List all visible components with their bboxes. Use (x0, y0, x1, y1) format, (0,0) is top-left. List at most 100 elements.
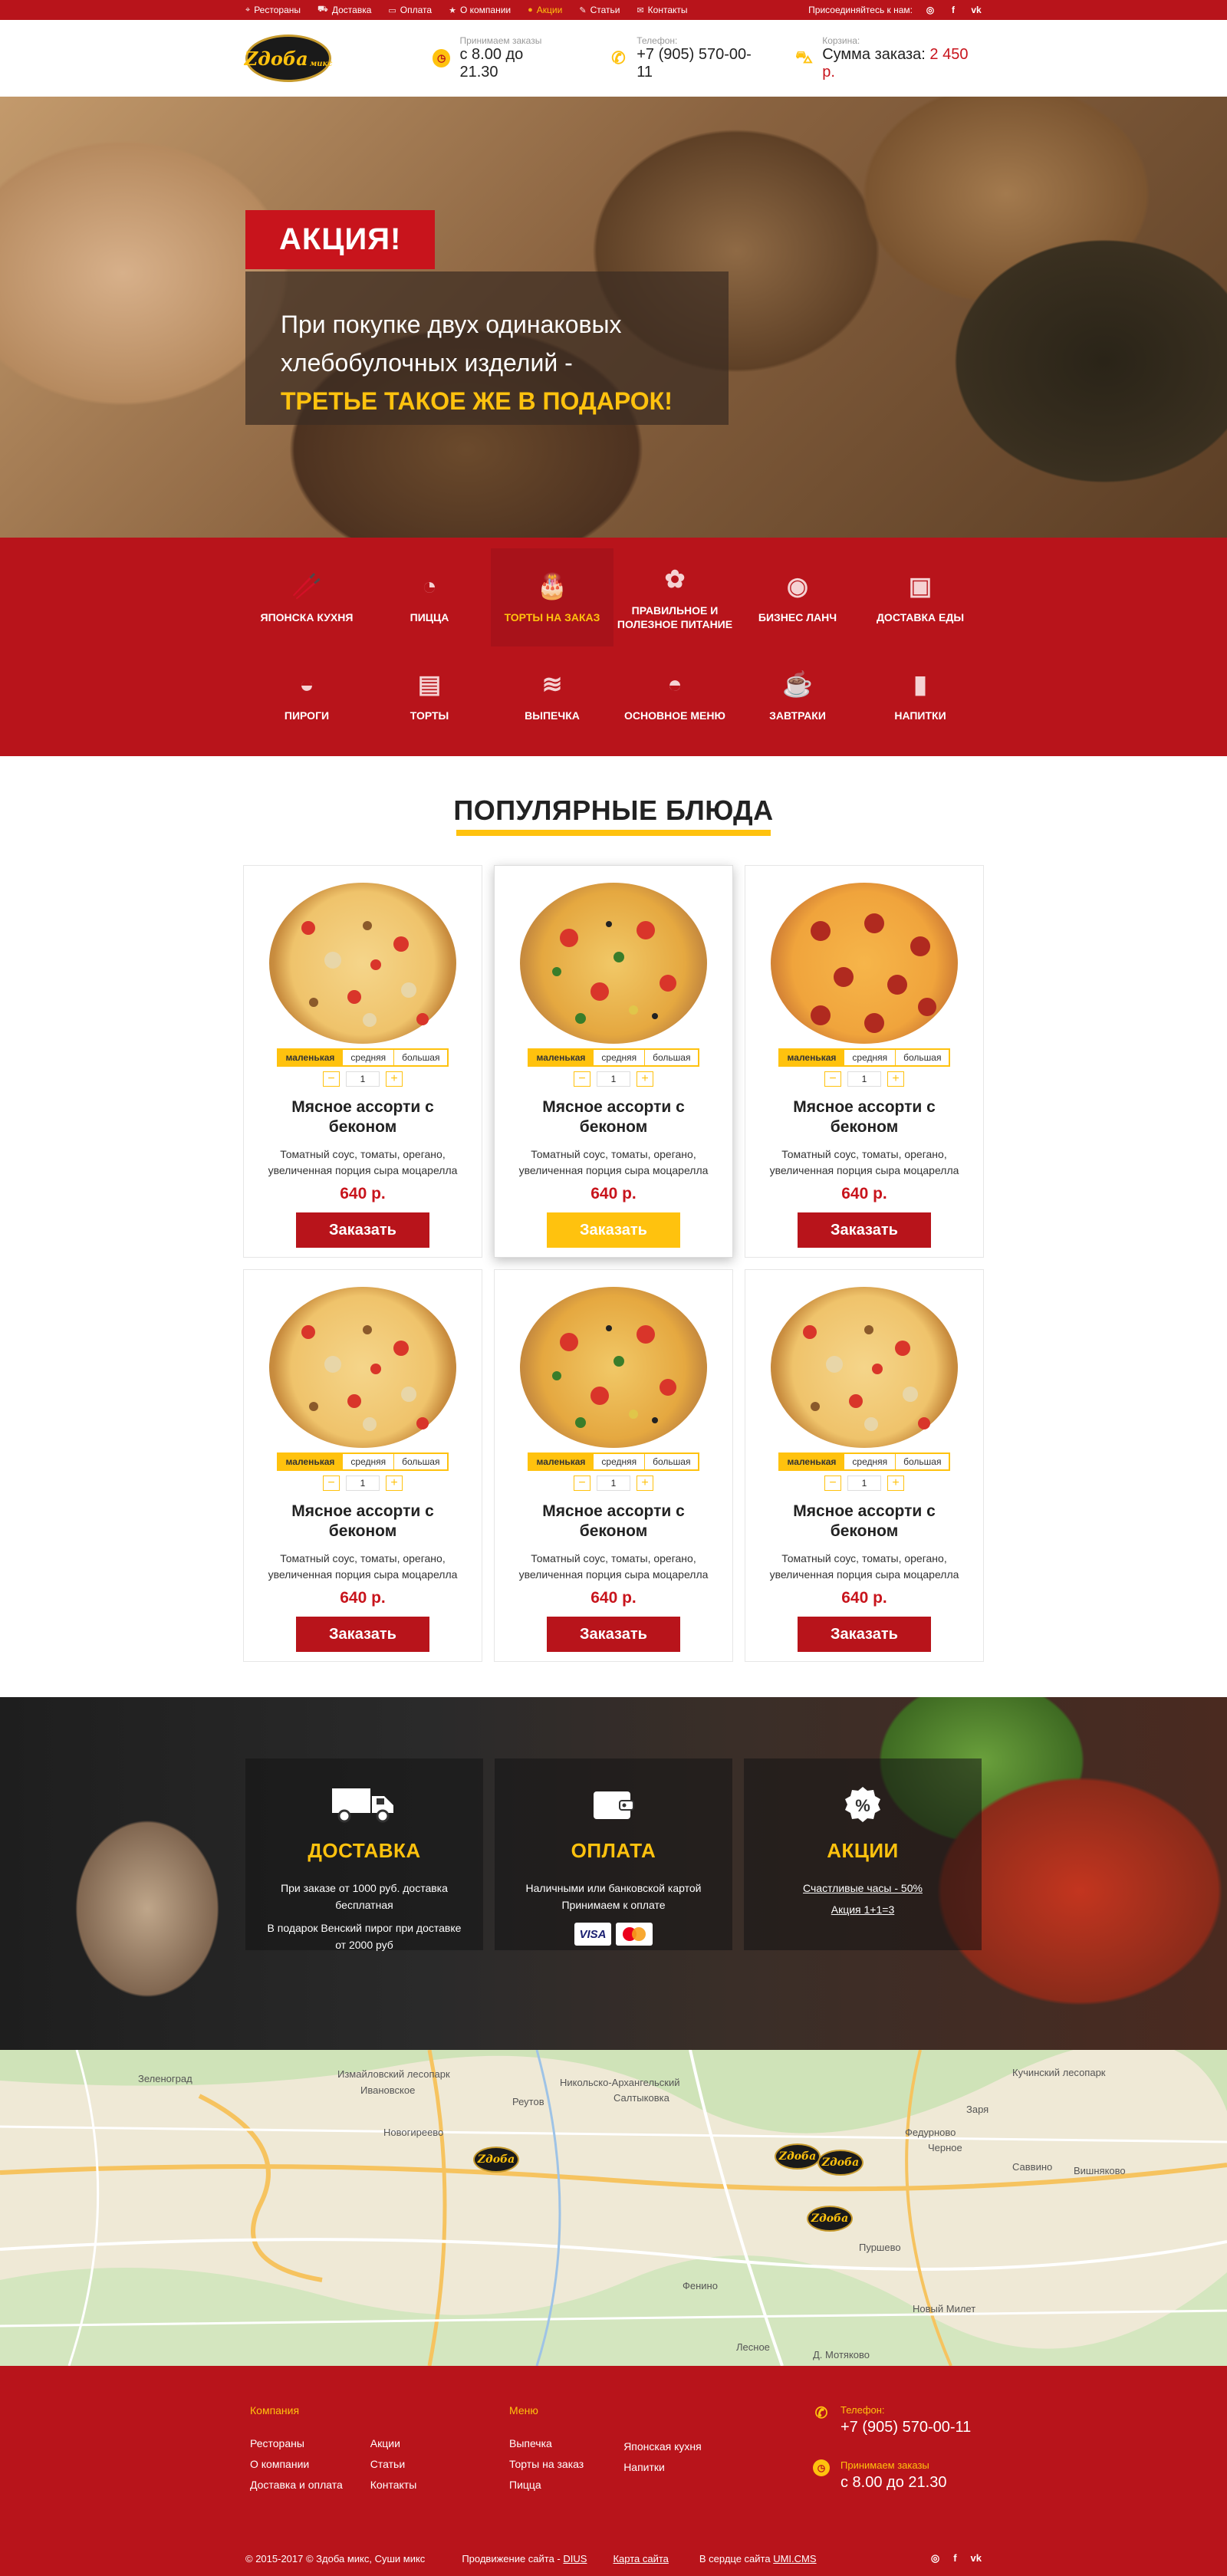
dius-link[interactable]: DIUS (563, 2553, 587, 2564)
size-option[interactable]: средняя (844, 1050, 896, 1065)
size-option[interactable]: маленькая (779, 1050, 844, 1065)
restaurant-pin[interactable]: Zдоба (473, 2147, 519, 2173)
size-option[interactable]: маленькая (779, 1454, 844, 1469)
size-option[interactable]: средняя (593, 1050, 645, 1065)
size-option[interactable]: большая (644, 1454, 699, 1469)
phone-value[interactable]: +7 (905) 570-00-11 (637, 46, 765, 81)
topnav-item[interactable]: ★ О компании (449, 5, 511, 15)
plus-button[interactable]: + (637, 1476, 653, 1491)
quantity-input[interactable]: 1 (597, 1476, 630, 1491)
category-item[interactable]: ◒ ПИРОГИ (245, 646, 368, 745)
cart[interactable]: ⛍ Корзина: Сумма заказа: 2 450 р. (795, 35, 982, 81)
happy-hours-link[interactable]: Счастливые часы - 50% (763, 1880, 962, 1897)
category-item[interactable]: ◔ ПИЦЦА (368, 548, 491, 646)
order-button[interactable]: Заказать (798, 1617, 931, 1652)
topnav-item[interactable]: ⌖ Рестораны (245, 5, 301, 15)
category-item[interactable]: ◓ ОСНОВНОЕ МЕНЮ (614, 646, 736, 745)
order-button[interactable]: Заказать (296, 1212, 429, 1248)
size-option[interactable]: маленькая (528, 1454, 594, 1469)
vk-icon[interactable]: vk (971, 5, 982, 15)
size-option[interactable]: маленькая (278, 1454, 343, 1469)
footer-link[interactable]: Японская кухня (623, 2436, 702, 2457)
size-option[interactable]: большая (393, 1454, 448, 1469)
footer-link[interactable]: Торты на заказ (509, 2454, 584, 2475)
quantity-input[interactable]: 1 (847, 1071, 881, 1087)
size-option[interactable]: средняя (342, 1050, 394, 1065)
category-item[interactable]: ▤ ТОРТЫ (368, 646, 491, 745)
category-item[interactable]: ≋ ВЫПЕЧКА (491, 646, 614, 745)
topnav-item[interactable]: ⛟ Доставка (317, 5, 371, 15)
plus-button[interactable]: + (887, 1476, 904, 1491)
category-item[interactable]: ✿ ПРАВИЛЬНОЕ И ПОЛЕЗНОЕ ПИТАНИЕ (614, 548, 736, 646)
phone-label: Телефон: (637, 35, 678, 46)
topnav-item[interactable]: ● Акции (528, 5, 562, 15)
footer-link[interactable]: Выпечка (509, 2433, 584, 2454)
footer-link[interactable]: Рестораны (250, 2433, 343, 2454)
logo[interactable]: Zдоба микс (245, 35, 332, 82)
footer-link[interactable]: О компании (250, 2454, 343, 2475)
footer-link[interactable]: Пицца (509, 2475, 584, 2495)
restaurant-pin[interactable]: Zдоба (775, 2143, 821, 2170)
cms-link[interactable]: UMI.CMS (773, 2553, 816, 2564)
dish-name[interactable]: Мясное ассорти с беконом (788, 1502, 941, 1541)
category-item[interactable]: ◉ БИЗНЕС ЛАНЧ (736, 548, 859, 646)
quantity-input[interactable]: 1 (847, 1476, 881, 1491)
instagram-icon[interactable]: ◎ (925, 5, 936, 15)
size-option[interactable]: большая (895, 1454, 949, 1469)
plus-button[interactable]: + (887, 1071, 904, 1087)
vk-icon[interactable]: vk (971, 2552, 982, 2564)
plus-button[interactable]: + (637, 1071, 653, 1087)
instagram-icon[interactable]: ◎ (931, 2552, 939, 2564)
quantity-input[interactable]: 1 (597, 1071, 630, 1087)
minus-button[interactable]: − (824, 1071, 841, 1087)
hero-banner[interactable]: АКЦИЯ! При покупке двух одинаковых хлебо… (0, 97, 1227, 538)
order-button[interactable]: Заказать (547, 1617, 680, 1652)
size-option[interactable]: средняя (844, 1454, 896, 1469)
restaurant-pin[interactable]: Zдоба (817, 2150, 864, 2176)
dish-name[interactable]: Мясное ассорти с беконом (286, 1097, 439, 1137)
minus-button[interactable]: − (574, 1071, 590, 1087)
size-option[interactable]: маленькая (278, 1050, 343, 1065)
order-button[interactable]: Заказать (296, 1617, 429, 1652)
category-item[interactable]: 🎂 ТОРТЫ НА ЗАКАЗ (491, 548, 614, 646)
plus-button[interactable]: + (386, 1476, 403, 1491)
restaurant-pin[interactable]: Zдоба (807, 2206, 853, 2232)
size-option[interactable]: средняя (593, 1454, 645, 1469)
order-button[interactable]: Заказать (798, 1212, 931, 1248)
minus-button[interactable]: − (323, 1071, 340, 1087)
plus-button[interactable]: + (386, 1071, 403, 1087)
footer-link[interactable]: Доставка и оплата (250, 2475, 343, 2495)
size-option[interactable]: маленькая (528, 1050, 594, 1065)
topnav-item[interactable]: ✉ Контакты (637, 5, 687, 15)
minus-button[interactable]: − (323, 1476, 340, 1491)
footer-link[interactable]: Статьи (370, 2454, 416, 2475)
dish-name[interactable]: Мясное ассорти с беконом (537, 1502, 690, 1541)
size-option[interactable]: большая (644, 1050, 699, 1065)
dish-name[interactable]: Мясное ассорти с беконом (537, 1097, 690, 1137)
quantity-input[interactable]: 1 (346, 1476, 380, 1491)
order-button[interactable]: Заказать (547, 1212, 680, 1248)
minus-button[interactable]: − (574, 1476, 590, 1491)
footer-link[interactable]: Напитки (623, 2457, 702, 2478)
footer-link[interactable]: Акции (370, 2433, 416, 2454)
promo-link[interactable]: Акция 1+1=3 (763, 1901, 962, 1918)
facebook-icon[interactable]: f (948, 5, 959, 15)
category-item[interactable]: 🥢 ЯПОНСКА КУХНЯ (245, 548, 368, 646)
category-item[interactable]: ▮ НАПИТКИ (859, 646, 982, 745)
minus-button[interactable]: − (824, 1476, 841, 1491)
topnav-item[interactable]: ✎ Статьи (579, 5, 620, 15)
sitemap-link[interactable]: Карта сайта (613, 2553, 668, 2564)
size-option[interactable]: средняя (342, 1454, 394, 1469)
footer-phone-value[interactable]: +7 (905) 570-00-11 (840, 2419, 971, 2436)
map[interactable]: Реутов Никольско-Архангельский Салтыковка Н… (0, 2050, 1227, 2366)
size-option[interactable]: большая (393, 1050, 448, 1065)
size-option[interactable]: большая (895, 1050, 949, 1065)
category-item[interactable]: ☕ ЗАВТРАКИ (736, 646, 859, 745)
category-item[interactable]: ▣ ДОСТАВКА ЕДЫ (859, 548, 982, 646)
footer-link[interactable]: Контакты (370, 2475, 416, 2495)
quantity-input[interactable]: 1 (346, 1071, 380, 1087)
dish-name[interactable]: Мясное ассорти с беконом (286, 1502, 439, 1541)
topnav-item[interactable]: ▭ Оплата (388, 5, 432, 15)
dish-name[interactable]: Мясное ассорти с беконом (788, 1097, 941, 1137)
facebook-icon[interactable]: f (953, 2552, 956, 2564)
